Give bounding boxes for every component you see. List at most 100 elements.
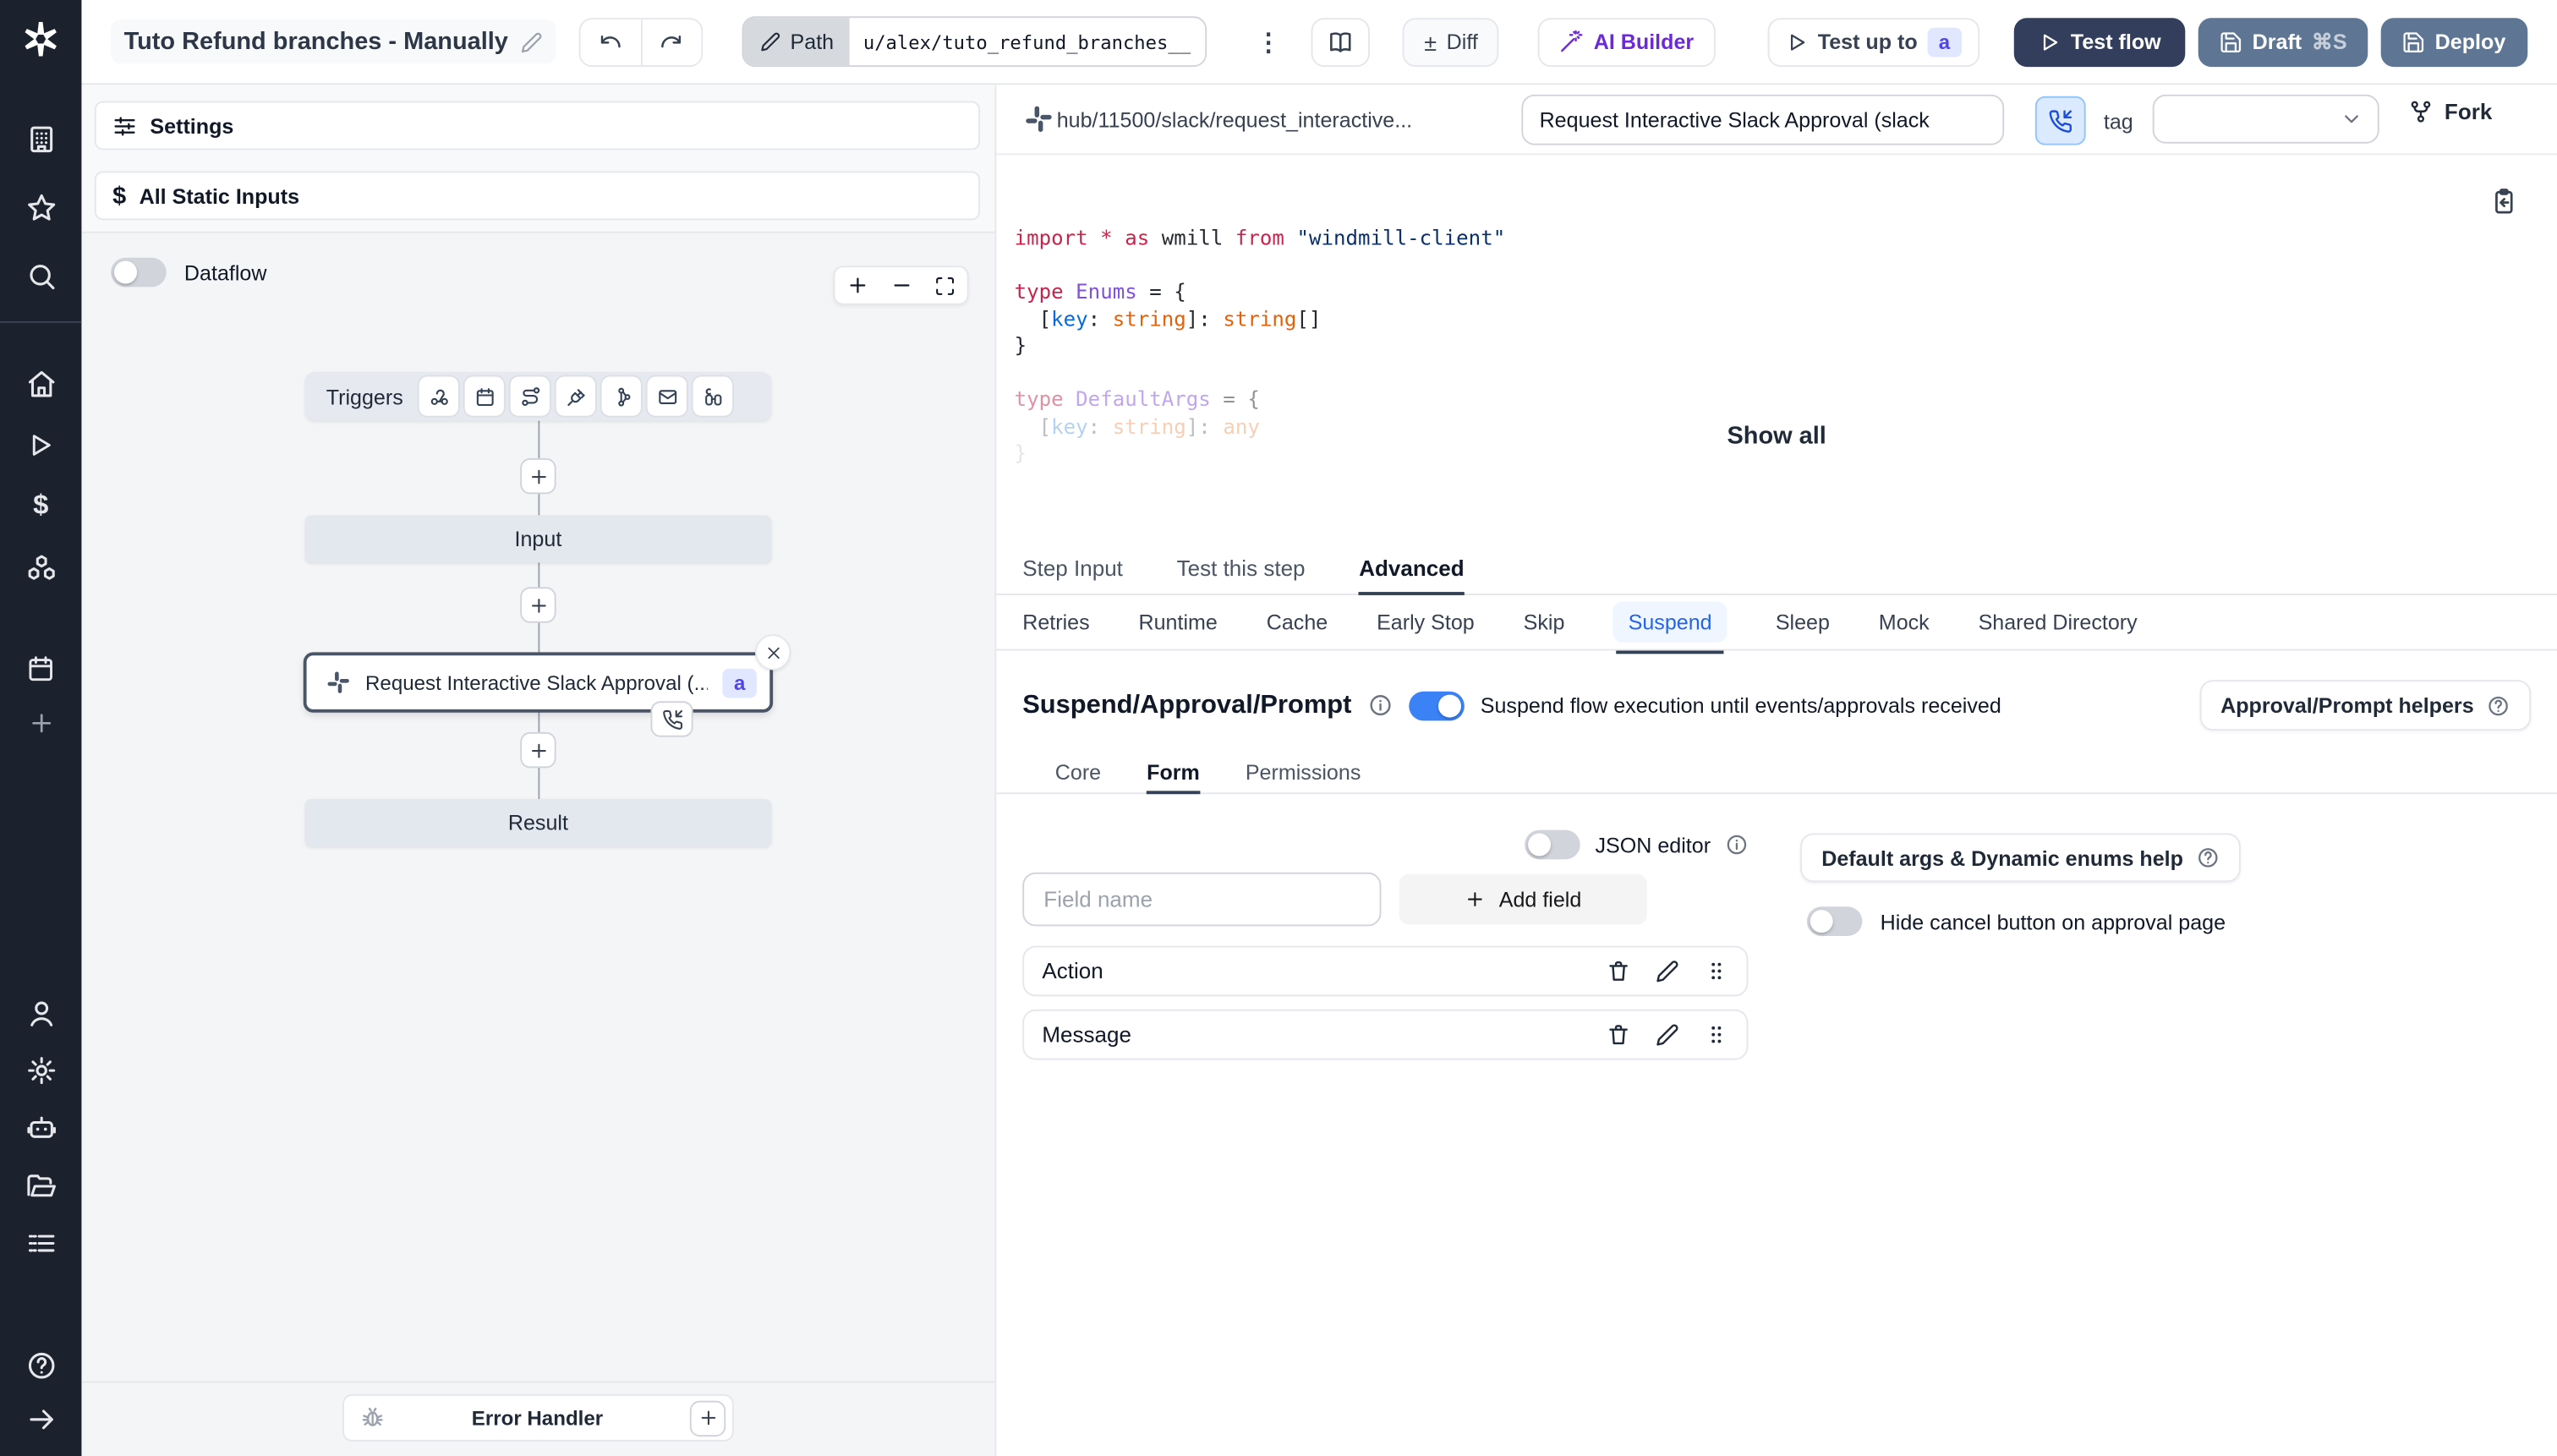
schedules-calendar-icon[interactable] — [25, 652, 57, 685]
tab-form[interactable]: Form — [1147, 750, 1200, 795]
add-error-handler-button[interactable] — [689, 1399, 726, 1437]
tag-select[interactable] — [2152, 94, 2379, 144]
suspend-phone-button[interactable] — [2034, 96, 2086, 145]
undo-button[interactable] — [579, 19, 641, 65]
http-route-trigger-icon[interactable] — [511, 376, 550, 416]
tab-test-this-step[interactable]: Test this step — [1177, 543, 1306, 594]
test-flow-button[interactable]: Test flow — [2013, 17, 2186, 67]
search-icon[interactable] — [25, 260, 57, 293]
form-field-row-action[interactable]: Action — [1022, 945, 1749, 997]
fork-button[interactable]: Fork — [2408, 100, 2492, 124]
expand-sidebar-icon[interactable] — [25, 1403, 57, 1436]
subtab-retries[interactable]: Retries — [1022, 610, 1089, 634]
step-summary-input[interactable] — [1521, 94, 2005, 145]
subtab-skip[interactable]: Skip — [1524, 610, 1565, 634]
draft-shortcut: ⌘S — [2311, 28, 2347, 53]
ai-builder-button[interactable]: AI Builder — [1538, 17, 1716, 67]
add-field-button[interactable]: Add field — [1399, 873, 1647, 925]
field-name-input[interactable] — [1022, 872, 1382, 927]
redo-button[interactable] — [640, 19, 701, 65]
form-field-row-message[interactable]: Message — [1022, 1009, 1749, 1060]
copy-code-icon[interactable] — [2490, 188, 2518, 216]
zoom-in-button[interactable] — [835, 267, 879, 303]
subtab-cache[interactable]: Cache — [1267, 610, 1328, 634]
subtab-shared-directory[interactable]: Shared Directory — [1979, 610, 2138, 634]
settings-gear-icon[interactable] — [25, 1054, 57, 1087]
event-stream-trigger-icon[interactable] — [602, 376, 642, 416]
path-input[interactable] — [850, 18, 1206, 66]
drag-handle-icon[interactable] — [1704, 1022, 1728, 1047]
show-all-button[interactable]: Show all — [996, 422, 2557, 450]
tab-advanced[interactable]: Advanced — [1359, 543, 1465, 595]
approval-prompt-helpers-button[interactable]: Approval/Prompt helpers — [2199, 680, 2532, 731]
info-icon[interactable] — [1368, 693, 1393, 718]
resources-boxes-icon[interactable] — [25, 551, 57, 584]
edit-field-icon[interactable] — [1655, 1022, 1679, 1047]
fit-view-button[interactable] — [923, 267, 967, 303]
flow-canvas[interactable]: Dataflow Triggers Input Request Interact… — [81, 233, 995, 1456]
json-editor-toggle[interactable] — [1525, 829, 1581, 860]
suspend-toggle[interactable] — [1408, 690, 1465, 720]
error-handler-node[interactable]: Error Handler — [342, 1393, 734, 1442]
info-icon[interactable] — [1725, 833, 1748, 856]
email-trigger-icon[interactable] — [648, 376, 687, 416]
edit-field-icon[interactable] — [1655, 959, 1679, 983]
flow-title-wrap[interactable]: Tuto Refund branches - Manually — [111, 19, 556, 64]
tab-step-input[interactable]: Step Input — [1022, 543, 1123, 594]
flow-graph-panel: Settings $ All Static Inputs Dataflow Tr… — [81, 85, 997, 1456]
triggers-node[interactable]: Triggers — [304, 371, 772, 421]
tab-core[interactable]: Core — [1055, 750, 1101, 792]
workers-robot-icon[interactable] — [25, 1110, 57, 1143]
tab-permissions[interactable]: Permissions — [1246, 750, 1361, 792]
zoom-out-button[interactable] — [879, 267, 923, 303]
test-up-to-button[interactable]: Test up to a — [1766, 17, 1979, 67]
diff-button[interactable]: ± Diff — [1403, 17, 1499, 67]
favorites-star-icon[interactable] — [25, 191, 57, 224]
create-plus-icon[interactable] — [25, 706, 57, 739]
delete-field-icon[interactable] — [1607, 1022, 1631, 1047]
variables-dollar-icon[interactable]: $ — [25, 490, 57, 523]
add-step-button-top[interactable] — [520, 457, 556, 495]
input-node[interactable]: Input — [304, 515, 772, 563]
code-editor[interactable]: import * as wmill from "windmill-client"… — [996, 155, 2557, 541]
hide-cancel-toggle[interactable] — [1806, 906, 1863, 936]
add-step-button-bottom[interactable] — [520, 731, 556, 769]
hub-script-path[interactable]: hub/11500/slack/request_interactive... — [1057, 107, 1412, 132]
folders-icon[interactable] — [25, 1169, 57, 1202]
path-edit-button[interactable]: Path — [742, 18, 851, 66]
home-icon[interactable] — [25, 367, 57, 400]
deploy-button[interactable]: Deploy — [2381, 17, 2527, 67]
dataflow-toggle[interactable] — [111, 257, 167, 287]
draft-button[interactable]: Draft ⌘S — [2198, 17, 2368, 67]
help-circle-icon — [2196, 846, 2219, 869]
step-id-badge: a — [722, 667, 757, 698]
schedule-trigger-icon[interactable] — [465, 376, 505, 416]
audit-list-icon[interactable] — [25, 1226, 57, 1259]
drag-handle-icon[interactable] — [1704, 959, 1728, 983]
subtab-early-stop[interactable]: Early Stop — [1377, 610, 1475, 634]
user-icon[interactable] — [25, 996, 57, 1029]
default-args-help-button[interactable]: Default args & Dynamic enums help — [1800, 833, 2241, 883]
all-static-inputs-row[interactable]: $ All Static Inputs — [94, 171, 981, 221]
result-node[interactable]: Result — [304, 798, 772, 846]
add-step-button-middle[interactable] — [520, 587, 556, 623]
approval-step-node[interactable]: Request Interactive Slack Approval (... … — [303, 652, 774, 713]
docs-book-button[interactable] — [1311, 17, 1371, 67]
scheduled-poll-trigger-icon[interactable] — [693, 376, 733, 416]
websocket-trigger-icon[interactable] — [556, 376, 596, 416]
windmill-logo-icon[interactable] — [19, 18, 62, 60]
edit-title-pencil-icon[interactable] — [519, 30, 542, 53]
more-menu-button[interactable]: ⋮ — [1257, 27, 1281, 57]
remove-step-button[interactable] — [754, 634, 791, 671]
subtab-suspend[interactable]: Suspend — [1613, 601, 1727, 654]
webhook-trigger-icon[interactable] — [419, 376, 459, 416]
workspace-icon[interactable] — [25, 123, 57, 156]
subtab-mock[interactable]: Mock — [1879, 610, 1930, 634]
delete-field-icon[interactable] — [1607, 959, 1631, 983]
suspend-phone-badge[interactable] — [650, 701, 693, 737]
flow-settings-row[interactable]: Settings — [94, 101, 981, 151]
subtab-sleep[interactable]: Sleep — [1776, 610, 1830, 634]
runs-play-icon[interactable] — [25, 429, 57, 462]
subtab-runtime[interactable]: Runtime — [1139, 610, 1218, 634]
help-icon[interactable] — [25, 1349, 57, 1382]
